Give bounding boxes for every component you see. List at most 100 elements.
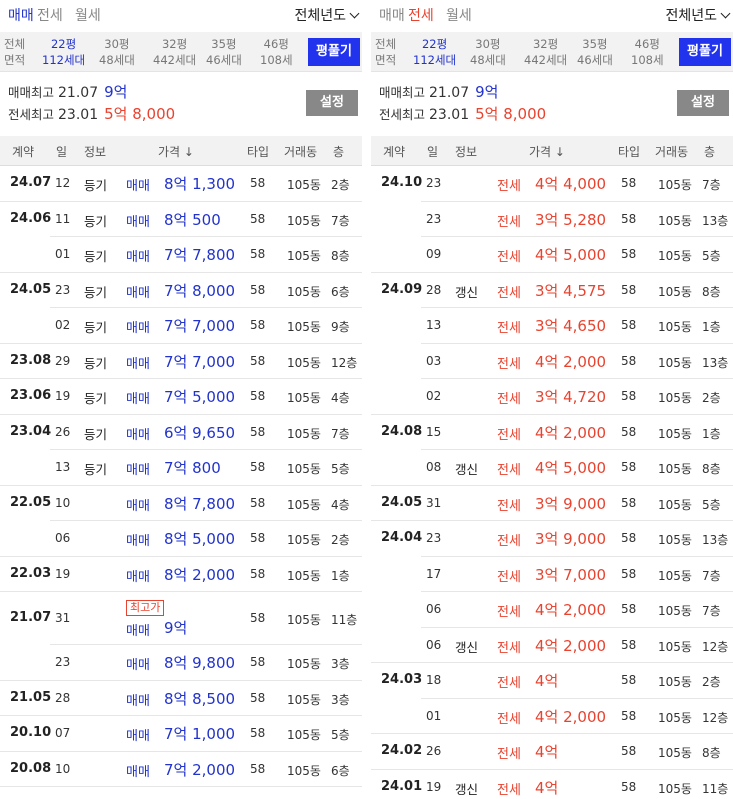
- deal-type: 전세: [497, 498, 521, 514]
- price-value: 4억 4,000: [535, 175, 607, 193]
- contract-day: 12: [55, 176, 71, 190]
- contract-month: 20.08: [10, 760, 52, 776]
- table-row[interactable]: 20.08 10 매매 7억 2,000 58 105동 6층: [0, 752, 362, 787]
- table-row[interactable]: 06 전세 4억 2,000 58 105동 7층: [371, 592, 733, 628]
- size-option[interactable]: 30평 48세대: [99, 36, 135, 68]
- table-row[interactable]: 24.07 12 등기 매매 8억 1,300 58 105동 2층: [0, 166, 362, 202]
- table-row[interactable]: 22.05 10 매매 8억 7,800 58 105동 4층: [0, 486, 362, 521]
- table-row[interactable]: 23 매매 8억 9,800 58 105동 3층: [0, 645, 362, 681]
- size-option-pyeong: 46평: [634, 37, 660, 51]
- column-header[interactable]: 가격 ↓: [158, 143, 194, 160]
- size-option[interactable]: 46평 108세: [260, 36, 293, 68]
- price-value: 4억: [535, 778, 559, 797]
- settings-button[interactable]: 설정: [306, 90, 358, 116]
- table-row[interactable]: 06 매매 8억 5,000 58 105동 2층: [0, 521, 362, 557]
- contract-day: 02: [426, 389, 442, 403]
- tab-jeonse[interactable]: 전세: [408, 5, 434, 25]
- info-tag: 등기: [84, 355, 108, 371]
- size-option[interactable]: 35평 46세대: [206, 36, 242, 68]
- contract-day: 19: [426, 779, 442, 794]
- price-value: 3억 4,650: [535, 317, 607, 335]
- table-row[interactable]: 08 갱신 전세 4억 5,000 58 105동 8층: [371, 450, 733, 486]
- contract-month: 23.04: [10, 423, 52, 439]
- table-row[interactable]: 23.08 29 등기 매매 7억 7,000 58 105동 12층: [0, 344, 362, 379]
- table-row[interactable]: 22.03 19 매매 8억 2,000 58 105동 1층: [0, 557, 362, 592]
- deal-type: 매매: [126, 356, 150, 372]
- table-row[interactable]: 23.04 26 등기 매매 6억 9,650 58 105동 7층: [0, 415, 362, 450]
- price-value: 3억 4,720: [535, 388, 607, 406]
- contract-month: 24.01: [381, 778, 423, 794]
- floor: 11층: [331, 613, 358, 627]
- table-row[interactable]: 24.01 19 갱신 전세 4억 58 105동 11층: [371, 770, 733, 799]
- table-row[interactable]: 24.03 18 전세 4억 58 105동 2층: [371, 663, 733, 699]
- table-row[interactable]: 24.09 28 갱신 전세 3억 4,575 58 105동 8층: [371, 273, 733, 308]
- contract-month: 24.06: [10, 210, 52, 226]
- contract-month: 21.05: [10, 689, 52, 705]
- price-value: 8억 5,000: [164, 530, 236, 548]
- size-option-pyeong: 32평: [532, 37, 559, 51]
- building-dong: 105동: [287, 613, 321, 627]
- table-row[interactable]: 13 등기 매매 7억 800 58 105동 5층: [0, 450, 362, 486]
- tab-jeonse[interactable]: 전세: [37, 5, 63, 25]
- column-header: 정보: [84, 145, 107, 159]
- table-row[interactable]: 24.05 31 전세 3억 9,000 58 105동 5층: [371, 486, 733, 521]
- table-row[interactable]: 20.10 07 매매 7억 1,000 58 105동 5층: [0, 716, 362, 752]
- settings-button[interactable]: 설정: [677, 90, 729, 116]
- table-row[interactable]: 01 등기 매매 7억 7,800 58 105동 8층: [0, 237, 362, 273]
- pyeong-expand-button[interactable]: 평풀기: [308, 38, 360, 66]
- table-row[interactable]: 23 전세 3억 5,280 58 105동 13층: [371, 202, 733, 237]
- table-row[interactable]: 24.05 23 등기 매매 7억 8,000 58 105동 6층: [0, 273, 362, 308]
- size-option-pyeong: 30평: [475, 37, 501, 51]
- size-option-units: 46세대: [206, 53, 242, 67]
- column-header: 정보: [455, 145, 478, 159]
- table-row[interactable]: 23.06 19 등기 매매 7억 5,000 58 105동 4층: [0, 379, 362, 415]
- high-stat-label: 매매최고: [379, 85, 426, 100]
- high-stat-date: 23.01: [58, 107, 99, 123]
- high-stat-value: 9억: [475, 83, 499, 101]
- table-row[interactable]: 21.05 28 매매 8억 8,500 58 105동 3층: [0, 681, 362, 716]
- high-stat-value: 5억 8,000: [475, 105, 547, 123]
- table-row[interactable]: 24.10 23 전세 4억 4,000 58 105동 7층: [371, 166, 733, 202]
- size-option[interactable]: 35평 46세대: [577, 36, 613, 68]
- table-row[interactable]: 24.08 15 전세 4억 2,000 58 105동 1층: [371, 415, 733, 450]
- tab-wolse[interactable]: 월세: [75, 5, 101, 25]
- size-filter-bar: 전체 면적 22평 112세대 30평 48세대 32평 442세대 35평 46세대 46평 108…: [0, 32, 362, 72]
- building-dong: 105동: [658, 213, 692, 228]
- contract-day: 07: [55, 726, 71, 740]
- building-dong: 105동: [287, 426, 321, 441]
- info-tag: 등기: [84, 284, 108, 300]
- table-row[interactable]: 09 전세 4억 5,000 58 105동 5층: [371, 237, 733, 273]
- contract-day: 17: [426, 566, 442, 581]
- table-row[interactable]: 17 전세 3억 7,000 58 105동 7층: [371, 557, 733, 592]
- tab-wolse[interactable]: 월세: [446, 5, 472, 25]
- year-select[interactable]: 전체년도: [665, 5, 731, 25]
- column-header[interactable]: 가격 ↓: [529, 143, 565, 160]
- size-option[interactable]: 22평 112세대: [413, 36, 456, 68]
- table-row[interactable]: 02 전세 3억 4,720 58 105동 2층: [371, 379, 733, 415]
- table-row[interactable]: 24.02 26 전세 4억 58 105동 8층: [371, 734, 733, 770]
- size-option[interactable]: 32평 442세대: [524, 36, 567, 68]
- table-row[interactable]: 02 등기 매매 7억 7,000 58 105동 9층: [0, 308, 362, 344]
- year-select[interactable]: 전체년도: [294, 5, 360, 25]
- jeonse-panel: 매매 전세 월세 전체년도 전체 면적 22평 112세대 30평 48세대 32평 442세대 35평…: [371, 0, 733, 799]
- unit-type: 58: [621, 673, 637, 687]
- table-row[interactable]: 13 전세 3억 4,650 58 105동 1층: [371, 308, 733, 344]
- tab-sale[interactable]: 매매: [8, 5, 34, 25]
- table-row[interactable]: 21.07 31 최고가 매매 9억 58 105동 11층: [0, 592, 362, 645]
- table-row[interactable]: 06 갱신 전세 4억 2,000 58 105동 12층: [371, 628, 733, 663]
- size-option[interactable]: 46평 108세: [631, 36, 664, 68]
- tab-sale[interactable]: 매매: [379, 5, 405, 25]
- table-row[interactable]: 01 전세 4억 2,000 58 105동 12층: [371, 699, 733, 734]
- table-row[interactable]: 24.04 23 전세 3억 9,000 58 105동 13층: [371, 521, 733, 557]
- table-row[interactable]: 24.06 11 등기 매매 8억 500 58 105동 7층: [0, 202, 362, 237]
- pyeong-expand-button[interactable]: 평풀기: [679, 38, 731, 66]
- size-option-units: 108세: [631, 53, 664, 67]
- floor: 1층: [331, 568, 350, 583]
- price-value: 8억 9,800: [164, 654, 236, 672]
- deal-type: 매매: [126, 427, 150, 443]
- size-option[interactable]: 30평 48세대: [470, 36, 506, 68]
- size-option[interactable]: 32평 442세대: [153, 36, 196, 68]
- size-option[interactable]: 22평 112세대: [42, 36, 85, 68]
- deal-type: 매매: [126, 729, 150, 744]
- table-row[interactable]: 03 전세 4억 2,000 58 105동 13층: [371, 344, 733, 379]
